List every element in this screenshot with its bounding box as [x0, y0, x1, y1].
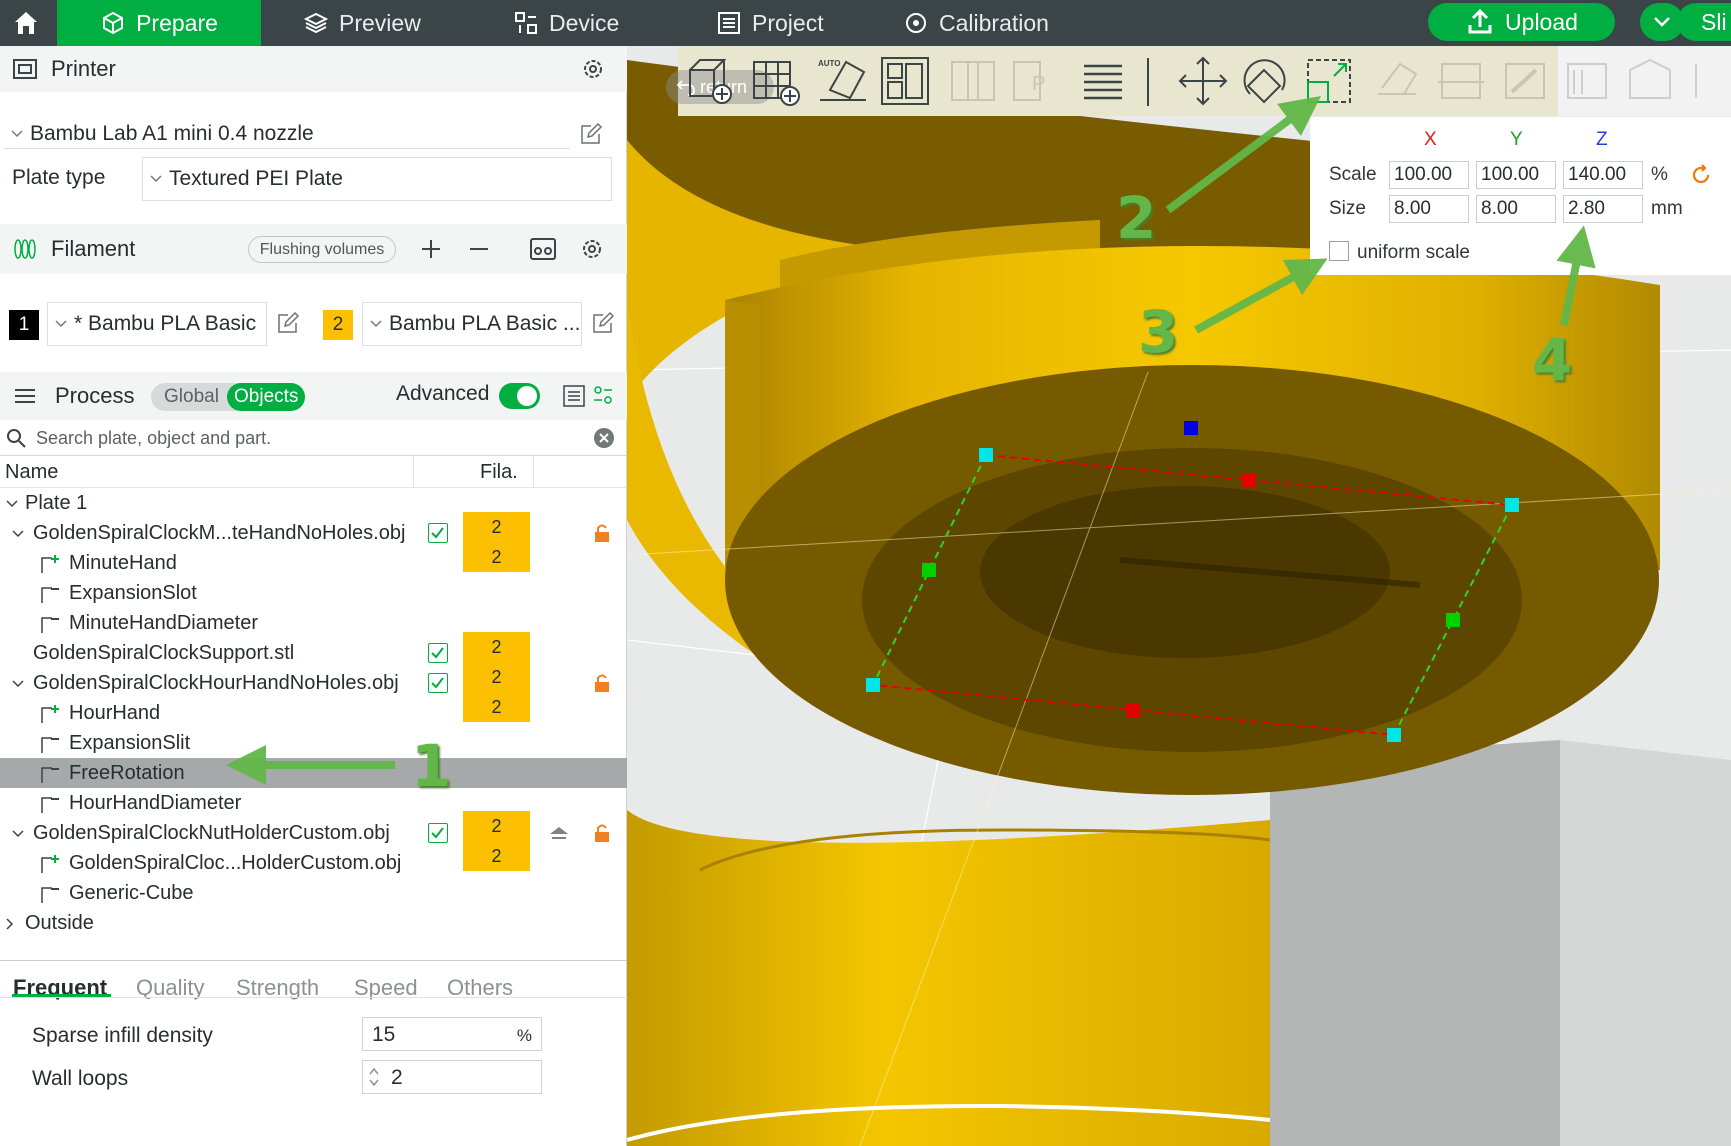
annotation-label-1: 1 [411, 732, 452, 800]
arrow-2 [1165, 96, 1322, 214]
arrow-3 [1194, 258, 1328, 334]
arrow-4 [1556, 225, 1596, 326]
annotation-label-3: 3 [1138, 298, 1179, 366]
annotation-arrows [226, 96, 1596, 785]
annotation-label-2: 2 [1116, 184, 1157, 252]
annotation-label-4: 4 [1532, 326, 1573, 394]
